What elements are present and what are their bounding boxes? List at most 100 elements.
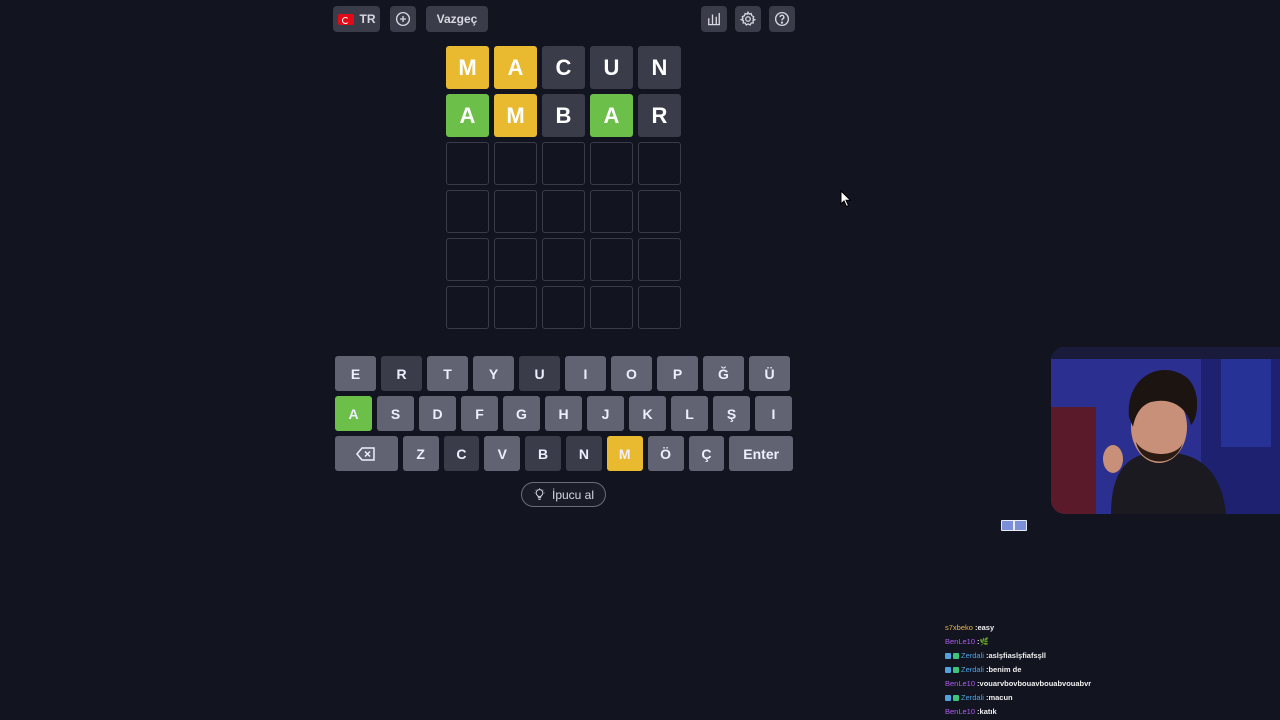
letter-tile: A	[446, 94, 489, 137]
key-e[interactable]: E	[335, 356, 376, 391]
letter-tile: N	[638, 46, 681, 89]
empty-tile	[638, 142, 681, 185]
key-r[interactable]: R	[381, 356, 422, 391]
key-h[interactable]: H	[545, 396, 582, 431]
chat-text: aslşfiaslşfiafsşll	[988, 651, 1046, 660]
empty-tile	[590, 190, 633, 233]
key-ç[interactable]: Ç	[688, 436, 725, 471]
chat-username: Zerdali	[961, 651, 984, 660]
chat-text: easy	[977, 623, 995, 632]
keyboard-row: ERTYUIOPĞÜ	[335, 356, 793, 391]
board-row	[446, 238, 681, 281]
chat-text: benim de	[988, 665, 1022, 674]
key-b[interactable]: B	[525, 436, 562, 471]
empty-tile	[638, 238, 681, 281]
board-row: AMBAR	[446, 94, 681, 137]
chat-username: Zerdali	[961, 665, 984, 674]
chat-message: BenLe10: vouarvbovbouavbouabvouabvr	[945, 677, 1265, 691]
chat-message: BenLe10: katık	[945, 705, 1265, 719]
key-g[interactable]: G	[503, 396, 540, 431]
empty-tile	[494, 190, 537, 233]
game-board: MACUNAMBAR	[446, 46, 681, 334]
key-n[interactable]: N	[566, 436, 602, 471]
hint-button[interactable]: İpucu al	[521, 482, 606, 507]
language-button[interactable]: TR	[333, 6, 380, 32]
chat-badge-icon	[953, 667, 959, 673]
overlay-badge	[1001, 520, 1027, 531]
key-ş[interactable]: Ş	[713, 396, 750, 431]
key-l[interactable]: L	[671, 396, 708, 431]
chat-message: Zerdali: aslşfiaslşfiafsşll	[945, 649, 1265, 663]
board-row	[446, 286, 681, 329]
stream-chat: s7xbeko: easy BenLe10: 🌿 Zerdali: aslşfias…	[945, 621, 1265, 719]
key-a[interactable]: A	[335, 396, 372, 431]
key-s[interactable]: S	[377, 396, 414, 431]
key-u[interactable]: U	[519, 356, 560, 391]
key-o[interactable]: O	[611, 356, 652, 391]
question-circle-icon	[774, 11, 790, 27]
help-button[interactable]	[769, 6, 795, 32]
mouse-pointer-icon	[840, 190, 852, 208]
empty-tile	[542, 286, 585, 329]
key-ö[interactable]: Ö	[647, 436, 684, 471]
empty-tile	[542, 238, 585, 281]
key-p[interactable]: P	[657, 356, 698, 391]
chat-username: BenLe10	[945, 679, 976, 688]
chat-text: katık	[979, 707, 997, 716]
key-ü[interactable]: Ü	[749, 356, 790, 391]
key-i[interactable]: I	[565, 356, 606, 391]
cancel-button[interactable]: Vazgeç	[426, 6, 488, 32]
key-v[interactable]: V	[484, 436, 521, 471]
new-game-button[interactable]	[390, 6, 416, 32]
chat-message: Zerdali: benim de	[945, 663, 1265, 677]
hint-label: İpucu al	[551, 487, 595, 502]
chat-text: macun	[988, 693, 1013, 702]
empty-tile	[590, 142, 633, 185]
letter-tile: M	[494, 94, 537, 137]
empty-tile	[590, 286, 633, 329]
chat-username: s7xbeko	[945, 623, 973, 632]
stats-button[interactable]	[701, 6, 727, 32]
chat-text: vouarvbovbouavbouabvouabvr	[979, 679, 1092, 688]
backspace-icon	[356, 446, 376, 461]
key-j[interactable]: J	[587, 396, 624, 431]
key-t[interactable]: T	[427, 356, 468, 391]
chat-badge-icon	[945, 695, 951, 701]
chat-badge-icon	[945, 667, 951, 673]
empty-tile	[638, 286, 681, 329]
letter-tile: A	[590, 94, 633, 137]
key-k[interactable]: K	[629, 396, 666, 431]
enter-key[interactable]: Enter	[729, 436, 794, 471]
turkey-flag-icon	[337, 13, 354, 25]
settings-button[interactable]	[735, 6, 761, 32]
letter-tile: M	[446, 46, 489, 89]
key-ğ[interactable]: Ğ	[703, 356, 744, 391]
key-i[interactable]: I	[755, 396, 792, 431]
keyboard-row: Z C V B N M Ö Ç Enter	[335, 436, 794, 471]
board-row	[446, 190, 681, 233]
key-d[interactable]: D	[419, 396, 456, 431]
letter-tile: C	[542, 46, 585, 89]
chat-badge-icon	[945, 653, 951, 659]
empty-tile	[542, 142, 585, 185]
chat-message: BenLe10: 🌿	[945, 635, 1265, 649]
empty-tile	[446, 190, 489, 233]
empty-tile	[590, 238, 633, 281]
key-y[interactable]: Y	[473, 356, 514, 391]
backspace-key[interactable]	[335, 436, 398, 471]
letter-tile: R	[638, 94, 681, 137]
empty-tile	[446, 142, 489, 185]
gear-icon	[739, 10, 757, 26]
key-c[interactable]: C	[443, 436, 480, 471]
key-m[interactable]: M	[606, 436, 643, 471]
key-z[interactable]: Z	[402, 436, 439, 471]
lightbulb-icon	[534, 488, 545, 500]
letter-tile: B	[542, 94, 585, 137]
empty-tile	[494, 286, 537, 329]
letter-tile: A	[494, 46, 537, 89]
keyboard-row: ASDFGHJKLŞI	[335, 396, 793, 431]
empty-tile	[494, 142, 537, 185]
key-f[interactable]: F	[461, 396, 498, 431]
chat-message: Zerdali: macun	[945, 691, 1265, 705]
chat-message: s7xbeko: easy	[945, 621, 1265, 635]
